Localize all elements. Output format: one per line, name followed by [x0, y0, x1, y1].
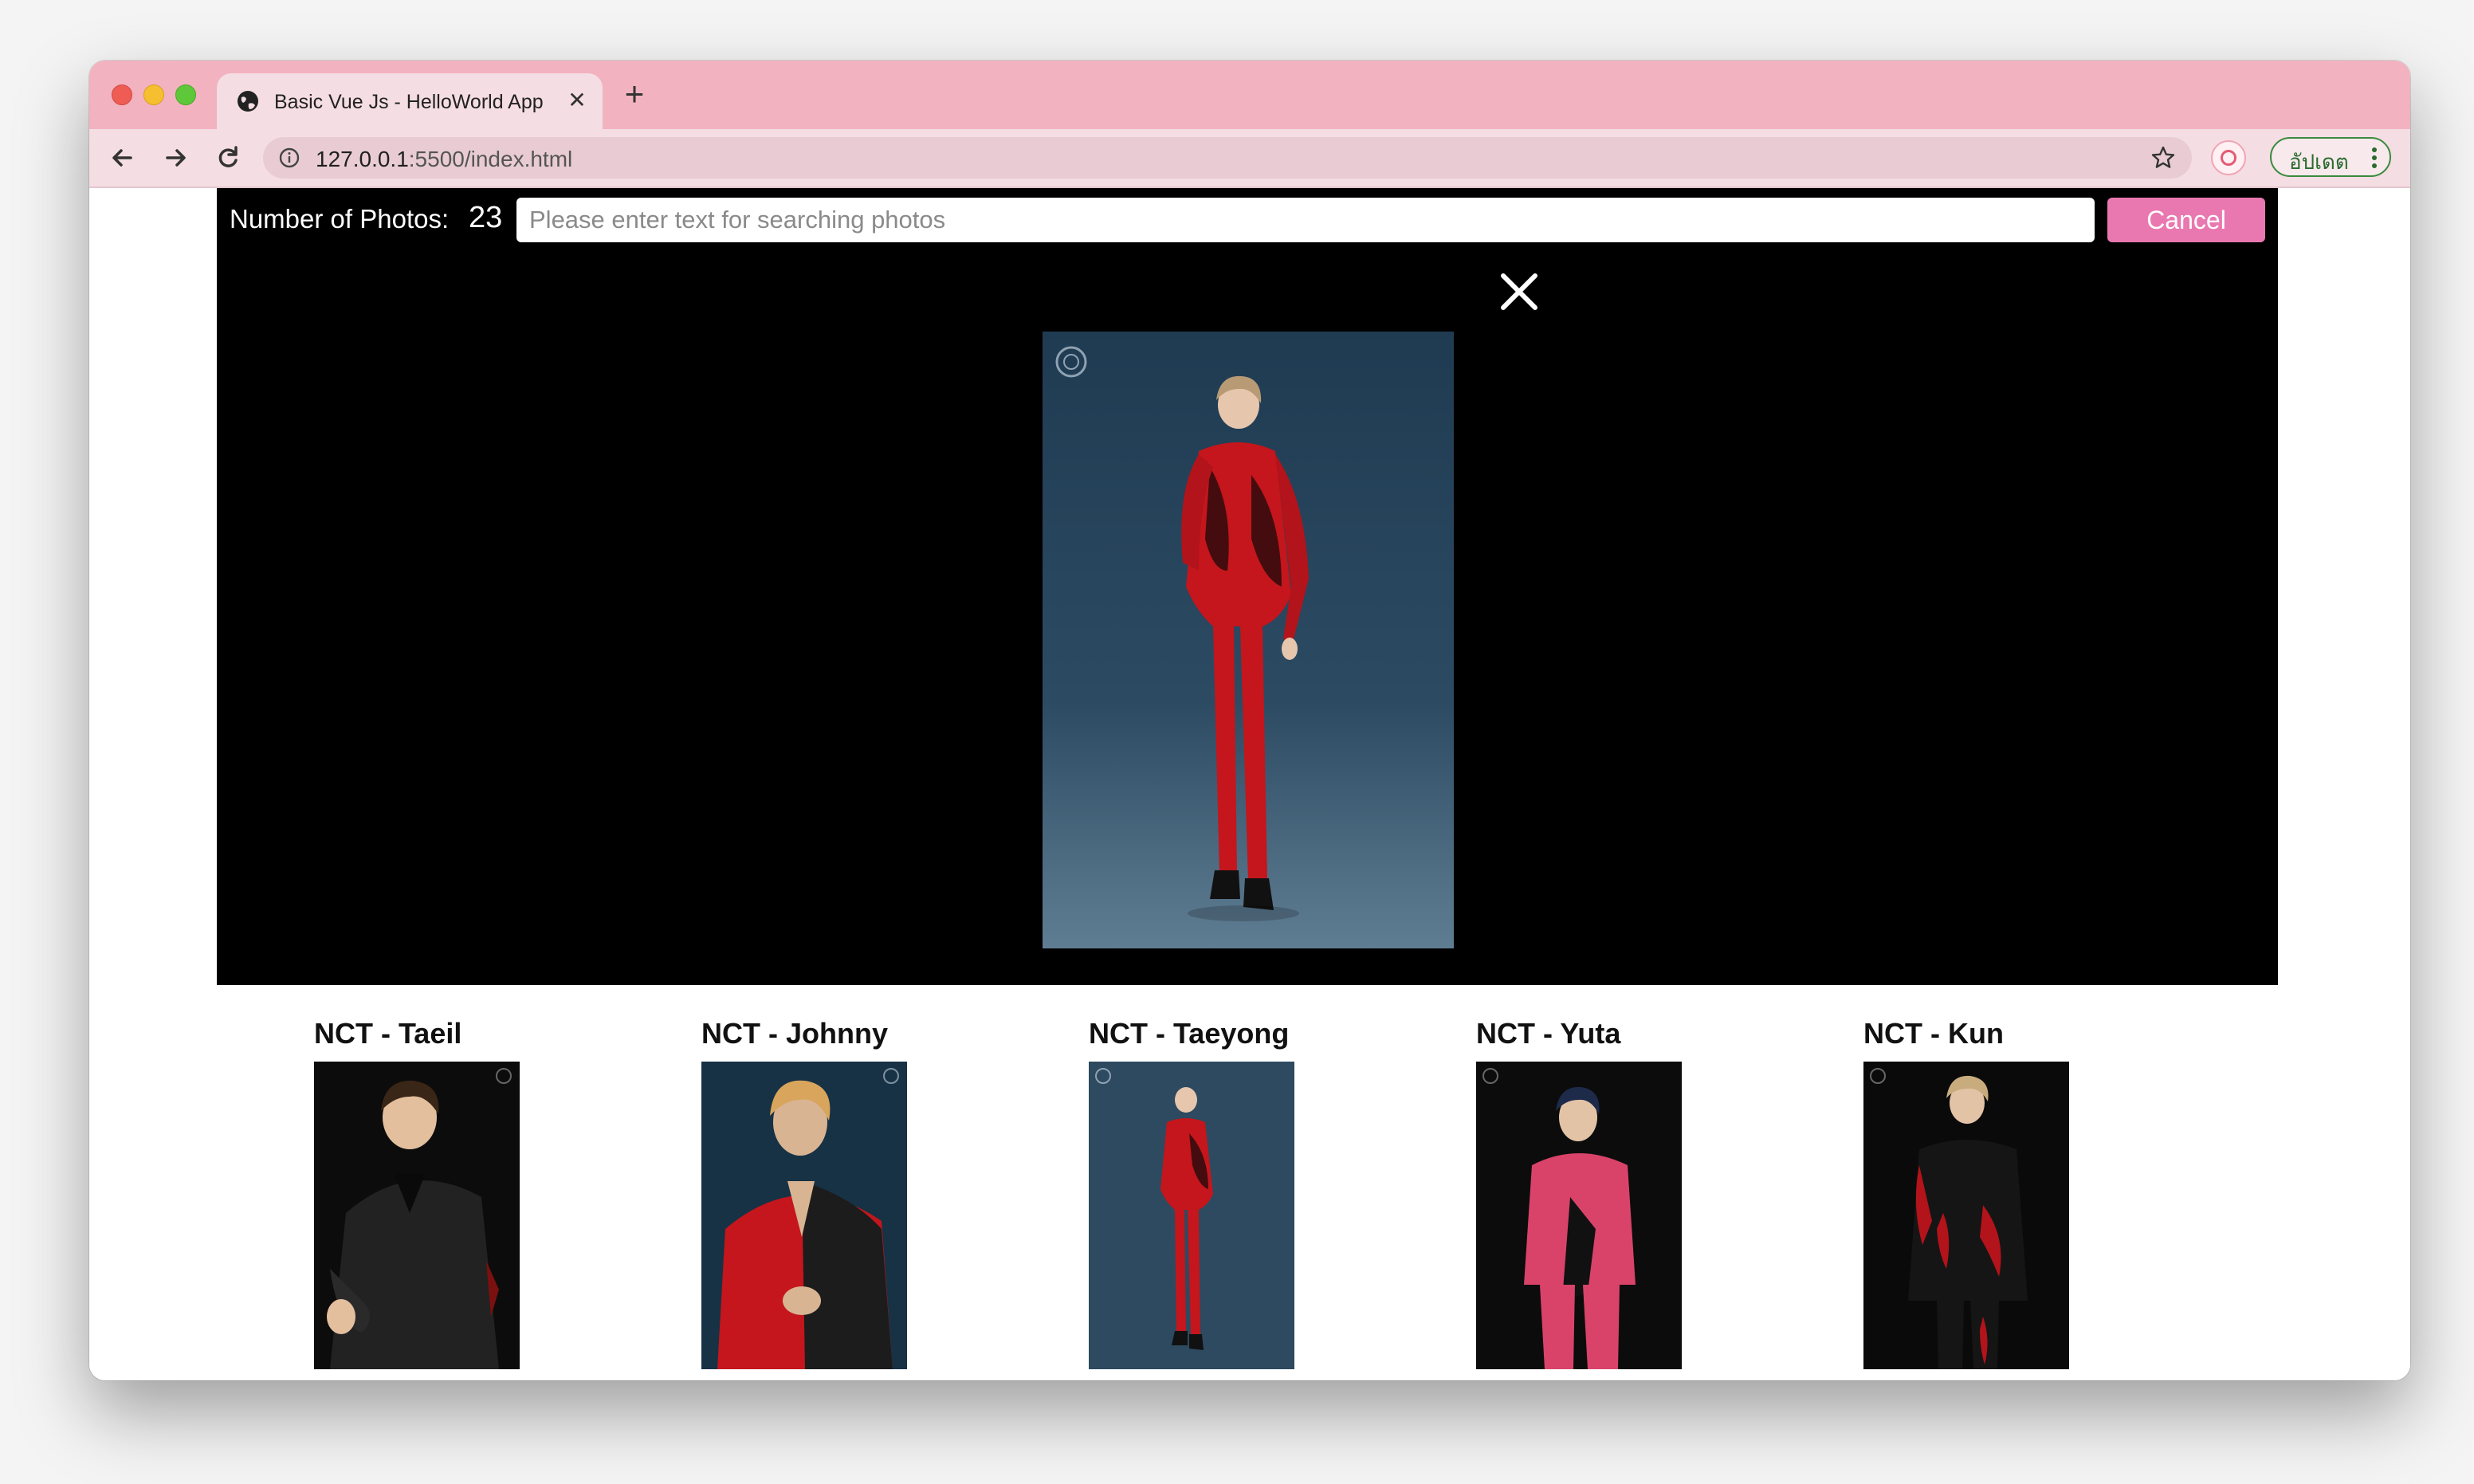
photo-taeyong: [1089, 1062, 1294, 1369]
update-button[interactable]: อัปเดต: [2270, 137, 2391, 177]
update-label: อัปเดต: [2289, 150, 2349, 174]
zoom-window-button[interactable]: [175, 84, 196, 105]
star-icon[interactable]: [2150, 145, 2176, 171]
globe-icon: [238, 91, 258, 112]
card-photo[interactable]: [314, 1062, 520, 1369]
tab-close-icon[interactable]: ✕: [564, 88, 590, 113]
close-window-button[interactable]: [112, 84, 132, 105]
arrow-left-icon: [112, 149, 132, 167]
photo-count-value: 23: [469, 201, 503, 234]
cancel-button[interactable]: Cancel: [2107, 198, 2265, 242]
card-photo[interactable]: [1476, 1062, 1682, 1369]
tab-title: Basic Vue Js - HelloWorld App: [274, 91, 544, 113]
card-title: NCT - Taeyong: [1089, 1017, 1290, 1050]
photo-johnny: [701, 1062, 907, 1369]
search-input[interactable]: [516, 198, 2095, 242]
browser-window: Basic Vue Js - HelloWorld App ✕ + 127.0.…: [89, 61, 2410, 1380]
page-content: Number of Photos: 23 Cancel: [89, 188, 2410, 1380]
photo-yuta: [1476, 1062, 1682, 1369]
url-text: 127.0.0.1:5500/index.html: [316, 147, 573, 171]
card-photo[interactable]: [1089, 1062, 1294, 1369]
minimize-window-button[interactable]: [143, 84, 164, 105]
photo-taeil: [314, 1062, 520, 1369]
reload-button[interactable]: [210, 140, 245, 175]
lightbox-overlay: Number of Photos: 23 Cancel: [217, 188, 2278, 985]
arrow-right-icon: [166, 149, 186, 167]
more-vertical-icon[interactable]: [2370, 147, 2378, 169]
tab-active[interactable]: Basic Vue Js - HelloWorld App ✕: [217, 73, 603, 129]
profile-avatar[interactable]: [2211, 140, 2246, 175]
address-bar[interactable]: 127.0.0.1:5500/index.html: [263, 137, 2192, 179]
close-icon[interactable]: [1495, 268, 1543, 316]
photo-count-label: Number of Photos:: [230, 204, 450, 234]
forward-button[interactable]: [158, 140, 193, 175]
tab-bar: Basic Vue Js - HelloWorld App ✕ +: [89, 61, 2410, 129]
toolbar: 127.0.0.1:5500/index.html อัปเดต: [89, 129, 2410, 188]
lightbox-photo: [1043, 332, 1454, 948]
card-title: NCT - Taeil: [314, 1017, 462, 1050]
reload-icon: [218, 146, 238, 167]
photo-taeyong-large: [1043, 332, 1454, 948]
card-title: NCT - Kun: [1863, 1017, 2004, 1050]
card-title: NCT - Johnny: [701, 1017, 888, 1050]
card-photo[interactable]: [1863, 1062, 2069, 1369]
new-tab-button[interactable]: +: [618, 77, 650, 111]
info-icon[interactable]: [279, 147, 300, 168]
card-title: NCT - Yuta: [1476, 1017, 1621, 1050]
card-photo[interactable]: [701, 1062, 907, 1369]
photo-kun: [1863, 1062, 2069, 1369]
back-button[interactable]: [105, 140, 140, 175]
